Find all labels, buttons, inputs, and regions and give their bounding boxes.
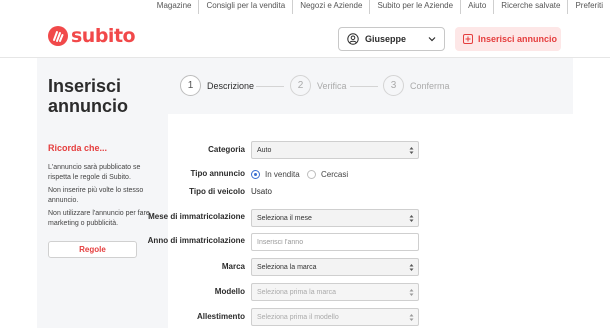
ad-type-label: Tipo annuncio [190,169,245,178]
brand-value: Seleziona la marca [257,263,317,271]
step-number: 2 [290,75,311,96]
toplink-negozi[interactable]: Negozi e Aziende [292,0,369,14]
model-value: Seleziona prima la marca [257,288,336,296]
select-arrows-icon [409,314,414,321]
step-connector [350,86,378,87]
step-descrizione: 1 Descrizione [180,75,254,96]
select-arrows-icon [409,289,414,296]
plus-square-icon [463,34,473,44]
rules-button[interactable]: Regole [48,241,137,258]
top-links-bar: Magazine Consigli per la vendita Negozi … [150,0,610,14]
toplink-aziende[interactable]: Subito per le Aziende [369,0,460,14]
step-label: Descrizione [207,80,255,91]
chevron-down-icon [428,37,436,42]
site-header: subito Giuseppe Inserisci annuncio [0,14,610,58]
reminder-note: Non inserire più volte lo stesso annunci… [48,187,144,204]
reminder-note: L'annuncio sarà pubblicato se rispetta l… [48,164,141,181]
brand-label: Marca [221,262,245,271]
step-verifica: 2 Verifica [290,75,347,96]
reg-month-label: Mese di immatricolazione [148,212,245,221]
logo-text: subito [71,25,136,47]
radio-dot [307,170,316,179]
reg-month-value: Seleziona il mese [257,214,312,222]
category-select[interactable]: Auto [251,141,419,159]
radio-label: Cercasi [321,170,349,179]
reminder-title: Ricorda che... [48,143,108,153]
insert-ad-button[interactable]: Inserisci annuncio [455,27,561,51]
logo-mark-icon [48,26,68,46]
user-icon [347,33,359,45]
radio-label: In vendita [265,170,300,179]
reminder-note: Non utilizzare l'annuncio per fare marke… [48,210,150,227]
radio-dot-selected [251,170,260,179]
category-label: Categoria [208,145,245,154]
step-label: Verifica [317,80,347,91]
subito-logo[interactable]: subito [48,25,136,47]
trim-select[interactable]: Seleziona prima il modello [251,308,419,326]
toplink-magazine[interactable]: Magazine [150,0,199,14]
step-connector [256,86,284,87]
vehicle-type-label: Tipo di veicolo [189,187,245,196]
radio-cercasi[interactable]: Cercasi [307,170,348,179]
trim-label: Allestimento [196,312,245,321]
brand-select[interactable]: Seleziona la marca [251,258,419,276]
reg-year-label: Anno di immatricolazione [147,236,245,245]
model-label: Modello [214,287,245,296]
step-number: 1 [180,75,201,96]
toplink-preferiti[interactable]: Preferiti [567,0,610,14]
radio-in-vendita[interactable]: In vendita [251,170,300,179]
insert-ad-label: Inserisci annuncio [478,34,558,44]
select-arrows-icon [409,215,414,222]
reg-year-input[interactable] [257,238,418,246]
toplink-ricerche-salvate[interactable]: Ricerche salvate [493,0,567,14]
select-arrows-icon [409,264,414,271]
step-conferma: 3 Conferma [383,75,450,96]
toplink-consigli[interactable]: Consigli per la vendita [198,0,292,14]
user-name: Giuseppe [365,34,407,44]
page-title: Inserisci annuncio [48,76,128,116]
vehicle-type-value: Usato [251,187,272,196]
reg-year-field[interactable] [251,233,419,251]
step-label: Conferma [410,80,450,91]
category-value: Auto [257,146,272,154]
toplink-aiuto[interactable]: Aiuto [460,0,493,14]
step-number: 3 [383,75,404,96]
model-select[interactable]: Seleziona prima la marca [251,283,419,301]
select-arrows-icon [409,147,414,154]
user-menu-button[interactable]: Giuseppe [338,27,445,51]
reg-month-select[interactable]: Seleziona il mese [251,209,419,227]
trim-value: Seleziona prima il modello [257,313,339,321]
